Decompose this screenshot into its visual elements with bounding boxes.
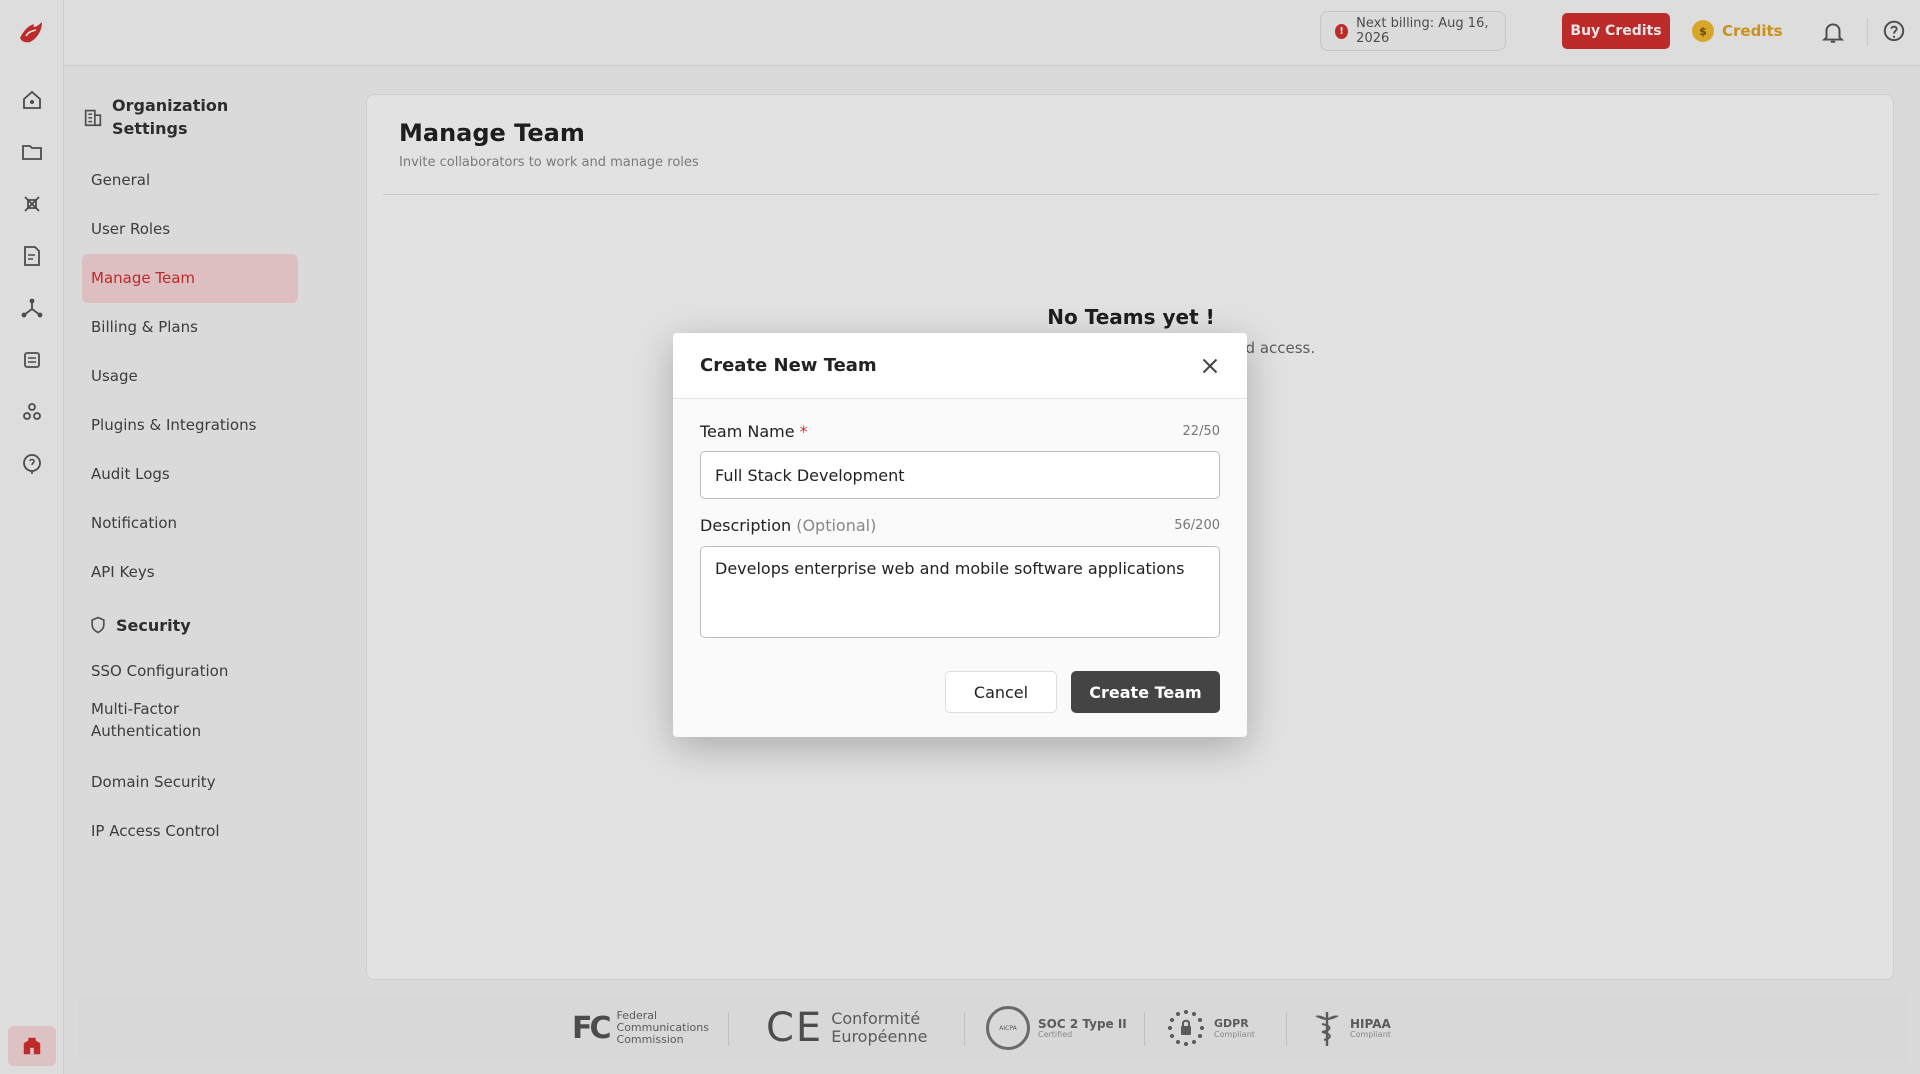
create-team-button[interactable]: Create Team: [1071, 671, 1220, 713]
team-name-label: Team Name *: [700, 422, 808, 441]
close-icon: [1202, 358, 1218, 374]
dialog-title: Create New Team: [700, 355, 877, 376]
create-team-dialog: Create New Team Team Name * 22/50 Descri…: [673, 333, 1247, 737]
required-mark: *: [799, 422, 808, 441]
team-name-counter: 22/50: [1182, 424, 1220, 439]
description-label: Description (Optional): [700, 516, 877, 535]
optional-hint: (Optional): [796, 516, 877, 535]
team-name-input[interactable]: [700, 451, 1220, 499]
description-textarea[interactable]: Develops enterprise web and mobile softw…: [700, 546, 1220, 638]
description-counter: 56/200: [1174, 518, 1220, 533]
dialog-header: Create New Team: [673, 333, 1247, 399]
close-button[interactable]: [1197, 353, 1223, 379]
cancel-button[interactable]: Cancel: [945, 671, 1057, 713]
